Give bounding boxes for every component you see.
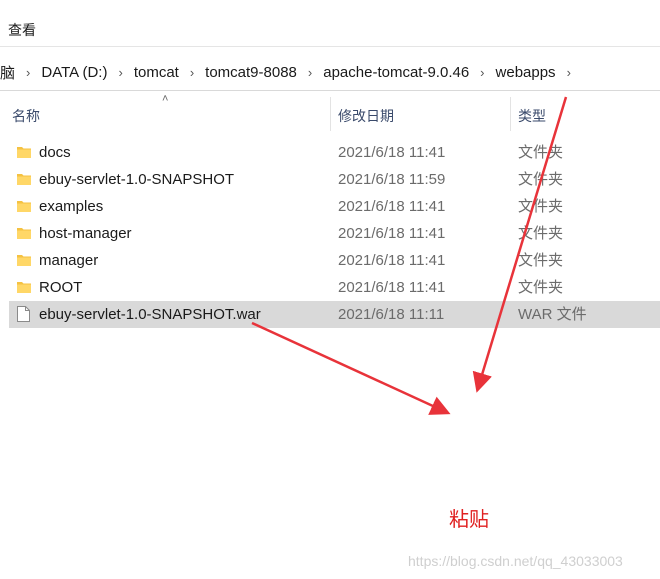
paste-annotation-label: 粘贴 [449,509,489,531]
watermark: https://blog.csdn.net/qq_43033003 [408,553,623,569]
arrow-icon [251,321,451,415]
arrow-icon [472,96,568,393]
annotation-arrows [251,96,568,415]
